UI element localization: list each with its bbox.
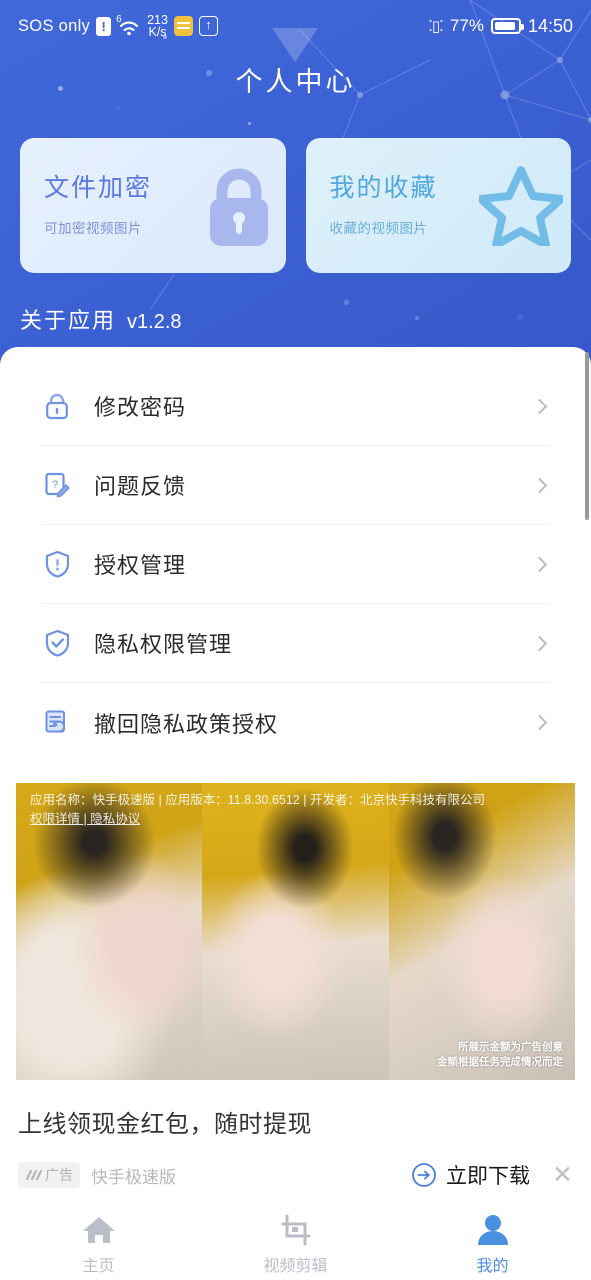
crop-icon [281, 1214, 310, 1246]
download-now-button[interactable]: 立即下载 [411, 1160, 530, 1190]
ad-footer: 广告 快手极速版 立即下载 ✕ [18, 1160, 573, 1190]
clock: 14:50 [527, 15, 573, 36]
about-app-row: 关于应用 v1.2.8 [20, 303, 182, 335]
tab-label: 主页 [82, 1258, 115, 1275]
star-icon [477, 164, 565, 251]
ad-legal-line-2[interactable]: 权限详情 | 隐私协议 [30, 810, 549, 829]
menu-label: 撤回隐私政策授权 [94, 711, 279, 737]
tab-mine[interactable]: 我的 [394, 1210, 591, 1280]
chevron-right-icon [531, 398, 548, 414]
app-version: v1.2.8 [127, 311, 182, 333]
lock-icon [200, 164, 278, 253]
about-app-label: 关于应用 [20, 308, 117, 333]
ad-disclaimer-line-2: 金额根据任务完成情况而定 [437, 1055, 563, 1068]
alert-icon: ! [96, 16, 112, 36]
chevron-right-icon [531, 556, 548, 572]
file-encryption-card[interactable]: 文件加密 可加密视频图片 [20, 138, 286, 273]
shield-icon [42, 549, 72, 579]
close-icon[interactable]: ✕ [552, 1162, 573, 1188]
menu-label: 授权管理 [94, 553, 187, 578]
ad-waveform-icon [26, 1170, 42, 1180]
settings-menu: 修改密码 ? 问题反馈 授权管理 隐私权限管理 撤回隐私政策授权 [0, 347, 591, 762]
network-speed: 213 K/s [147, 12, 168, 39]
ad-media[interactable]: 应用名称：快手极速版 | 应用版本：11.8.30.6512 | 开发者：北京快… [16, 783, 575, 1080]
bottom-navigation: 主页 视频剪辑 我的 [0, 1210, 591, 1280]
scrollbar-thumb[interactable] [585, 352, 589, 520]
chevron-right-icon [531, 477, 548, 493]
home-icon [82, 1217, 115, 1243]
menu-item-change-password[interactable]: 修改密码 [42, 367, 549, 446]
my-favorites-card[interactable]: 我的收藏 收藏的视频图片 [305, 138, 571, 273]
document-revoke-icon [42, 708, 72, 738]
page-title: 个人中心 [235, 67, 356, 97]
battery-percent: 77% [449, 16, 484, 35]
feedback-pencil-icon: ? [42, 470, 72, 500]
tab-label: 视频剪辑 [263, 1258, 328, 1275]
menu-label: 隐私权限管理 [94, 632, 233, 657]
menu-item-privacy-permissions[interactable]: 隐私权限管理 [42, 604, 549, 683]
menu-item-revoke-privacy-policy[interactable]: 撤回隐私政策授权 [42, 683, 549, 762]
shield-check-icon [42, 628, 72, 658]
menu-label: 修改密码 [94, 395, 187, 420]
upload-arrow-icon [198, 15, 218, 36]
vibrate-icon: ⁚▯⁚ [428, 18, 444, 35]
ad-legal-line-1: 应用名称：快手极速版 | 应用版本：11.8.30.6512 | 开发者：北京快… [30, 793, 485, 807]
advertisement[interactable]: 应用名称：快手极速版 | 应用版本：11.8.30.6512 | 开发者：北京快… [0, 783, 591, 1190]
ad-badge-label: 广告 [45, 1167, 73, 1183]
tab-label: 我的 [476, 1258, 509, 1275]
menu-label: 问题反馈 [94, 474, 187, 499]
ad-title[interactable]: 上线领现金红包，随时提现 [18, 1104, 573, 1139]
content-sheet: 修改密码 ? 问题反馈 授权管理 隐私权限管理 撤回隐私政策授权 应用名称：快手… [0, 347, 591, 1210]
battery-icon [490, 18, 524, 34]
sim-card-icon [173, 16, 193, 36]
ad-disclaimer: 所展示金额为广告创意 金额根据任务完成情况而定 [437, 1040, 563, 1070]
chevron-right-icon [531, 714, 548, 731]
status-bar: SOS only ! 6 213 K/s ⁚▯⁚ 77% 14:50 [0, 0, 591, 52]
ad-brand: 快手极速版 [91, 1167, 176, 1187]
menu-item-authorization[interactable]: 授权管理 [42, 525, 549, 604]
chevron-right-icon [531, 635, 548, 651]
ad-disclaimer-line-1: 所展示金额为广告创意 [458, 1040, 563, 1053]
feature-cards: 文件加密 可加密视频图片 我的收藏 收藏的视频图片 [0, 138, 591, 273]
ad-badge: 广告 [18, 1162, 80, 1188]
menu-item-feedback[interactable]: ? 问题反馈 [42, 446, 549, 525]
carrier-label: SOS only [18, 16, 91, 35]
svg-text:?: ? [51, 479, 57, 491]
wifi-icon: 6 [116, 14, 141, 37]
tab-video-edit[interactable]: 视频剪辑 [197, 1210, 394, 1280]
lock-icon [42, 391, 72, 421]
download-arrow-icon [412, 1163, 436, 1187]
tab-home[interactable]: 主页 [0, 1210, 197, 1280]
download-now-label: 立即下载 [446, 1165, 531, 1188]
person-icon [477, 1215, 508, 1245]
ad-legal-info: 应用名称：快手极速版 | 应用版本：11.8.30.6512 | 开发者：北京快… [30, 791, 549, 830]
